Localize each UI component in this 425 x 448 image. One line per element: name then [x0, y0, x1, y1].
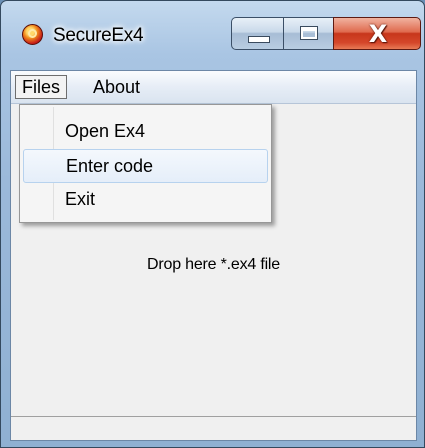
close-icon: X	[368, 20, 388, 48]
title-bar[interactable]: SecureEx4 X	[1, 1, 424, 63]
menu-item-exit[interactable]: Exit	[23, 183, 268, 217]
minimize-button[interactable]	[231, 17, 284, 50]
menu-item-open-ex4[interactable]: Open Ex4	[23, 115, 268, 149]
menu-files[interactable]: Files	[15, 75, 68, 99]
minimize-icon	[248, 36, 270, 43]
menu-about[interactable]: About	[87, 75, 146, 99]
files-dropdown-menu: Open Ex4 Enter code Exit	[19, 104, 272, 223]
drop-zone-hint[interactable]: Drop here *.ex4 file	[11, 256, 416, 274]
maximize-button[interactable]	[283, 17, 334, 50]
window-title: SecureEx4	[53, 25, 144, 46]
menu-bar: Files About	[11, 71, 416, 104]
app-icon[interactable]	[22, 24, 43, 45]
menu-item-enter-code[interactable]: Enter code	[23, 149, 268, 183]
close-button[interactable]: X	[333, 17, 421, 50]
maximize-icon	[300, 26, 318, 40]
window-frame: SecureEx4 X Files About Drop here *.ex4 …	[0, 0, 425, 448]
status-bar	[11, 416, 416, 440]
